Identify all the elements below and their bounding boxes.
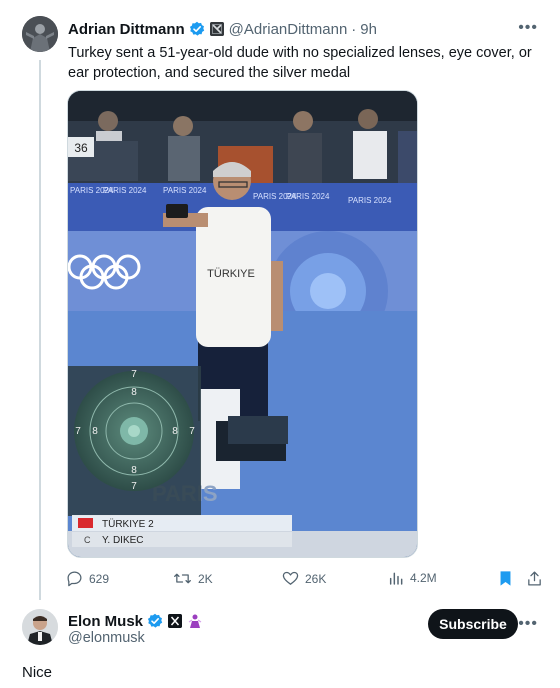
reply-icon (67, 571, 82, 587)
svg-text:PARIS 2024: PARIS 2024 (163, 186, 207, 195)
lane-number: 36 (74, 141, 88, 155)
svg-text:8: 8 (131, 387, 137, 398)
reply-button[interactable]: 629 (66, 570, 109, 587)
repost-button[interactable]: 2K (173, 570, 213, 587)
author-handle[interactable]: @AdrianDittmann (229, 21, 348, 38)
heart-icon (282, 571, 299, 585)
subscribe-button[interactable]: Subscribe (428, 609, 518, 639)
tweet-header: Adrian Dittmann @AdrianDittmann · 9h (68, 19, 377, 39)
like-count: 26K (305, 571, 327, 586)
svg-text:8: 8 (131, 465, 137, 476)
role-badge-icon (187, 613, 203, 629)
like-button[interactable]: 26K (282, 570, 326, 587)
tweet-text: Turkey sent a 51-year-old dude with no s… (68, 45, 532, 81)
score-row-2: Y. DIKEC (102, 535, 144, 546)
svg-text:8: 8 (92, 426, 98, 437)
reply-author-avatar[interactable] (22, 609, 58, 645)
repost-count: 2K (198, 571, 213, 586)
x-affiliate-icon (168, 614, 183, 628)
tweet-media-image[interactable]: 36 PARIS 2024 PARIS 2024 PARIS 2024 PARI… (67, 90, 418, 558)
reply-text: Nice (22, 664, 53, 681)
more-icon[interactable]: ••• (518, 615, 538, 633)
tweet-time[interactable]: 9h (360, 21, 377, 38)
bookmark-icon (500, 571, 511, 586)
author-name[interactable]: Adrian Dittmann (68, 21, 185, 38)
svg-text:PARIS 2024: PARIS 2024 (286, 192, 330, 201)
verified-badge-icon (189, 21, 205, 37)
svg-text:7: 7 (75, 426, 81, 437)
reply-count: 629 (89, 571, 110, 586)
svg-text:TÜRKIYE: TÜRKIYE (207, 268, 255, 280)
svg-text:PARIS 2024: PARIS 2024 (348, 196, 392, 205)
tweet[interactable]: Adrian Dittmann @AdrianDittmann · 9h •••… (0, 0, 560, 600)
share-icon (528, 571, 541, 586)
bookmark-button[interactable] (498, 570, 519, 587)
reply-author-name[interactable]: Elon Musk (68, 613, 143, 630)
author-avatar[interactable] (22, 16, 58, 52)
svg-text:8: 8 (172, 426, 178, 437)
views-button[interactable]: 4.2M (388, 570, 437, 586)
svg-text:C: C (84, 535, 91, 545)
score-row-1: TÜRKIYE 2 (102, 518, 154, 530)
svg-text:PARIS 2024: PARIS 2024 (103, 186, 147, 195)
separator-dot: · (351, 20, 357, 38)
views-count: 4.2M (410, 571, 437, 585)
more-icon[interactable]: ••• (518, 19, 538, 37)
views-icon (389, 572, 403, 585)
svg-text:7: 7 (189, 426, 195, 437)
verified-badge-icon (147, 613, 163, 629)
reply-author-handle[interactable]: @elonmusk (68, 630, 145, 646)
affiliate-badge-icon (209, 22, 224, 36)
svg-text:7: 7 (131, 369, 137, 380)
reply-header: Elon Musk (68, 611, 203, 631)
repost-icon (174, 573, 191, 584)
share-button[interactable] (526, 570, 549, 587)
svg-text:7: 7 (131, 481, 137, 492)
tweet-actions-bar: 629 2K 26K 4.2M (66, 570, 546, 590)
